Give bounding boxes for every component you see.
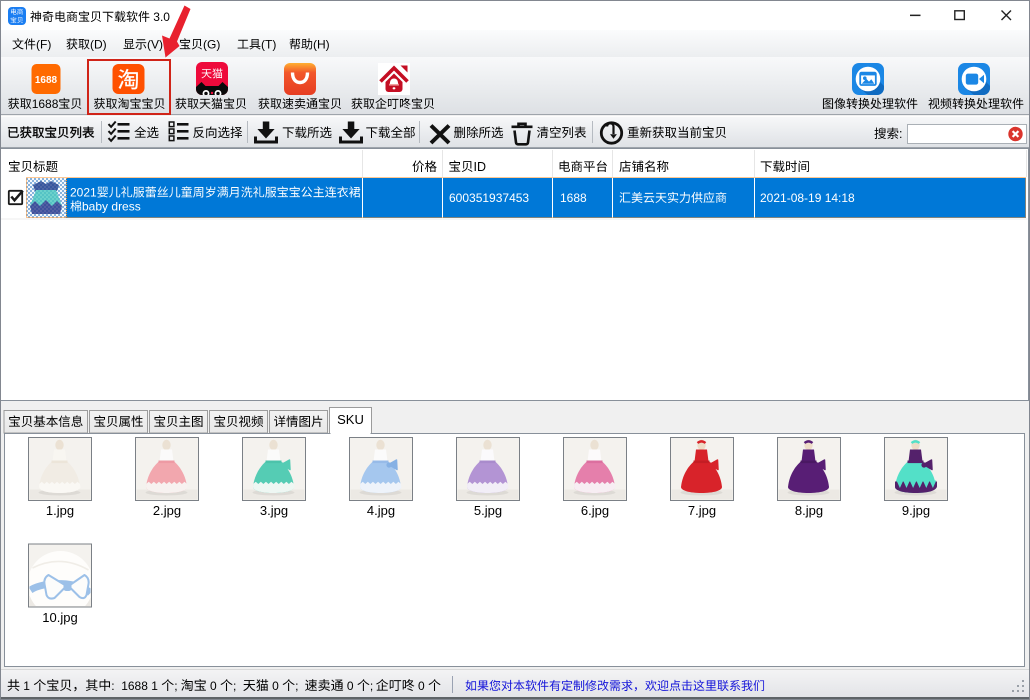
svg-text:;: ; bbox=[233, 679, 236, 693]
svg-text:9.jpg: 9.jpg bbox=[902, 503, 930, 518]
svg-text:dress: dress bbox=[111, 200, 140, 214]
svg-text:1688: 1688 bbox=[560, 191, 587, 205]
svg-text:(F): (F) bbox=[36, 38, 51, 52]
svg-text:1: 1 bbox=[23, 679, 30, 693]
svg-text:1.jpg: 1.jpg bbox=[46, 503, 74, 518]
svg-text:1: 1 bbox=[151, 679, 158, 693]
svg-text:1688: 1688 bbox=[35, 75, 58, 86]
svg-text:2021: 2021 bbox=[70, 186, 97, 200]
svg-text:14:18: 14:18 bbox=[825, 191, 855, 205]
svg-text:ID: ID bbox=[474, 160, 487, 174]
svg-text:;: ; bbox=[370, 679, 373, 693]
svg-text:;: ; bbox=[174, 679, 177, 693]
svg-text:SKU: SKU bbox=[337, 412, 364, 427]
svg-text:(G): (G) bbox=[203, 38, 220, 52]
svg-text:(D): (D) bbox=[90, 38, 107, 52]
svg-text:3.jpg: 3.jpg bbox=[260, 503, 288, 518]
svg-text:(V): (V) bbox=[147, 38, 163, 52]
svg-text::: : bbox=[111, 679, 114, 693]
svg-text:(H): (H) bbox=[313, 38, 330, 52]
svg-text:1688: 1688 bbox=[32, 97, 59, 111]
svg-text:6.jpg: 6.jpg bbox=[581, 503, 609, 518]
svg-text:7.jpg: 7.jpg bbox=[688, 503, 716, 518]
svg-text:5.jpg: 5.jpg bbox=[474, 503, 502, 518]
svg-text:;: ; bbox=[295, 679, 298, 693]
svg-text:4.jpg: 4.jpg bbox=[367, 503, 395, 518]
svg-text:0: 0 bbox=[210, 679, 217, 693]
svg-text::: : bbox=[899, 127, 902, 141]
svg-text:0: 0 bbox=[347, 679, 354, 693]
svg-text:2.jpg: 2.jpg bbox=[153, 503, 181, 518]
svg-text:(T): (T) bbox=[261, 38, 276, 52]
svg-text:0: 0 bbox=[272, 679, 279, 693]
svg-text:10.jpg: 10.jpg bbox=[42, 610, 77, 625]
svg-text:2021-08-19: 2021-08-19 bbox=[760, 191, 822, 205]
svg-text:600351937453: 600351937453 bbox=[449, 191, 529, 205]
svg-text:3.0: 3.0 bbox=[153, 10, 170, 24]
svg-text:baby: baby bbox=[82, 200, 108, 214]
svg-text:8.jpg: 8.jpg bbox=[795, 503, 823, 518]
svg-text:0: 0 bbox=[418, 679, 425, 693]
svg-text:1688: 1688 bbox=[121, 679, 148, 693]
